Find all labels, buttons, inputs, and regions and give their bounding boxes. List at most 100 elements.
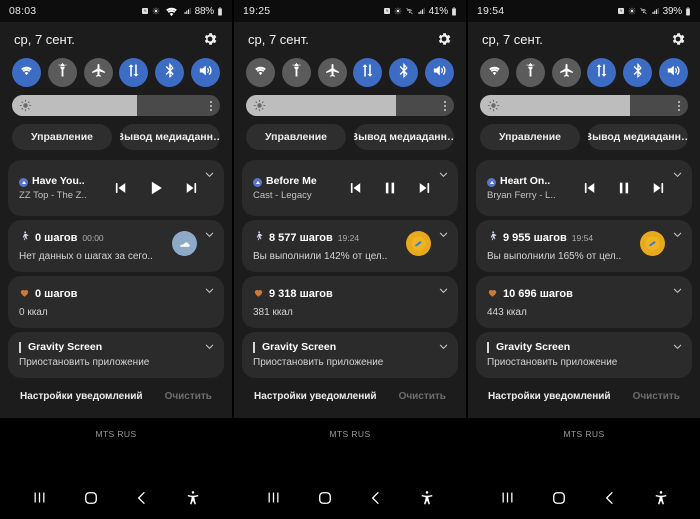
back-icon — [602, 490, 618, 511]
media-play-button[interactable] — [146, 178, 166, 198]
quick-toggle-bluetooth[interactable] — [155, 58, 185, 87]
media-player-notification[interactable]: Heart On.. Bryan Ferry - L.. — [476, 160, 692, 216]
nav-home-button[interactable] — [76, 485, 106, 515]
gravity-screen-notification[interactable]: Gravity Screen Приостановить приложение — [8, 332, 224, 378]
clear-all-button[interactable]: Очистить — [633, 391, 680, 402]
nav-back-button[interactable] — [361, 485, 391, 515]
nav-accessibility-button[interactable] — [178, 485, 208, 515]
chevron-down-icon[interactable] — [204, 229, 215, 240]
shade-action-pills: Управление Вывод медиаданн… — [234, 124, 466, 160]
media-output-button[interactable]: Вывод медиаданн… — [120, 124, 220, 150]
gear-icon[interactable] — [670, 31, 686, 47]
device-control-button[interactable]: Управление — [246, 124, 346, 150]
notification-settings-button[interactable]: Настройки уведомлений — [488, 391, 611, 402]
device-control-button[interactable]: Управление — [12, 124, 112, 150]
quick-toggle-flashlight[interactable] — [47, 58, 77, 87]
nav-home-button[interactable] — [310, 485, 340, 515]
nav-recents-button[interactable] — [25, 485, 55, 515]
gravity-screen-notification[interactable]: Gravity Screen Приостановить приложение — [476, 332, 692, 378]
notification-settings-button[interactable]: Настройки уведомлений — [254, 391, 377, 402]
step-timestamp: 00:00 — [82, 233, 104, 243]
chevron-down-icon[interactable] — [438, 229, 449, 240]
quick-toggle-sound[interactable] — [658, 58, 688, 87]
quick-toggle-mobile-data[interactable] — [119, 58, 149, 87]
media-output-button[interactable]: Вывод медиаданн… — [588, 124, 688, 150]
health-step-count: 0 шагов — [35, 288, 78, 300]
media-next-button[interactable] — [416, 179, 434, 197]
media-pause-button[interactable] — [615, 179, 633, 197]
chevron-down-icon[interactable] — [438, 285, 449, 296]
quick-toggle-mobile-data[interactable] — [587, 58, 617, 87]
nav-recents-button[interactable] — [493, 485, 523, 515]
brightness-sun-icon — [253, 99, 266, 112]
gravity-screen-notification[interactable]: Gravity Screen Приостановить приложение — [242, 332, 458, 378]
chevron-down-icon[interactable] — [672, 341, 683, 352]
media-next-button[interactable] — [183, 179, 201, 197]
health-steps-notification[interactable]: 9 318 шагов 381 ккал — [242, 276, 458, 328]
nav-recents-button[interactable] — [259, 485, 289, 515]
media-pause-button[interactable] — [381, 179, 399, 197]
status-bar: 19:54 39% — [468, 0, 700, 22]
quick-toggle-wifi[interactable] — [12, 58, 41, 87]
media-previous-button[interactable] — [580, 179, 598, 197]
chevron-down-icon[interactable] — [672, 169, 683, 180]
media-next-button[interactable] — [650, 179, 668, 197]
app-action-text: Приостановить приложение — [19, 357, 150, 368]
step-description: Нет данных о шагах за сего.. — [19, 251, 153, 262]
more-vertical-icon[interactable] — [210, 100, 212, 111]
clear-all-button[interactable]: Очистить — [399, 391, 446, 402]
quick-toggle-flashlight[interactable] — [515, 58, 545, 87]
chevron-down-icon[interactable] — [204, 341, 215, 352]
brightness-slider[interactable] — [12, 95, 220, 116]
quick-toggle-flashlight[interactable] — [281, 58, 311, 87]
back-icon — [368, 490, 384, 511]
quick-toggle-sound[interactable] — [190, 58, 220, 87]
media-title-row: Before Me — [253, 175, 327, 187]
quick-toggle-sound[interactable] — [424, 58, 454, 87]
status-time: 19:54 — [477, 5, 505, 17]
gear-icon[interactable] — [436, 31, 452, 47]
more-vertical-icon[interactable] — [678, 100, 680, 111]
battery-icon — [451, 6, 457, 16]
quick-toggle-bluetooth[interactable] — [389, 58, 419, 87]
brightness-slider[interactable] — [246, 95, 454, 116]
media-previous-button[interactable] — [111, 179, 129, 197]
quick-toggle-wifi[interactable] — [246, 58, 275, 87]
nav-accessibility-button[interactable] — [646, 485, 676, 515]
device-control-button[interactable]: Управление — [480, 124, 580, 150]
chevron-down-icon[interactable] — [672, 229, 683, 240]
quick-toggle-bluetooth[interactable] — [623, 58, 653, 87]
airplane-icon — [558, 62, 575, 84]
health-steps-notification[interactable]: 10 696 шагов 443 ккал — [476, 276, 692, 328]
notification-settings-button[interactable]: Настройки уведомлений — [20, 391, 143, 402]
step-counter-notification[interactable]: 8 577 шагов 19:24 Вы выполнили 142% от цел… — [242, 220, 458, 272]
more-vertical-icon[interactable] — [444, 100, 446, 111]
quick-toggle-mobile-data[interactable] — [353, 58, 383, 87]
chevron-down-icon[interactable] — [204, 285, 215, 296]
nav-back-button[interactable] — [127, 485, 157, 515]
health-steps-notification[interactable]: 0 шагов 0 ккал — [8, 276, 224, 328]
media-previous-button[interactable] — [346, 179, 364, 197]
brightness-slider[interactable] — [480, 95, 688, 116]
app-name: Gravity Screen — [28, 341, 103, 353]
media-player-notification[interactable]: Before Me Cast - Legacy — [242, 160, 458, 216]
step-counter-notification[interactable]: 9 955 шагов 19:54 Вы выполнили 165% от цел… — [476, 220, 692, 272]
quick-toggle-wifi[interactable] — [480, 58, 509, 87]
nav-back-button[interactable] — [595, 485, 625, 515]
chevron-down-icon[interactable] — [672, 285, 683, 296]
media-player-notification[interactable]: Have You.. ZZ Top - The Z.. — [8, 160, 224, 216]
chevron-down-icon[interactable] — [204, 169, 215, 180]
step-count: 9 955 шагов — [503, 232, 567, 244]
chevron-down-icon[interactable] — [438, 341, 449, 352]
nav-home-button[interactable] — [544, 485, 574, 515]
media-output-button[interactable]: Вывод медиаданн… — [354, 124, 454, 150]
quick-toggle-airplane-mode[interactable] — [551, 58, 581, 87]
gear-icon[interactable] — [202, 31, 218, 47]
step-counter-notification[interactable]: 0 шагов 00:00 Нет данных о шагах за сего.. — [8, 220, 224, 272]
chevron-down-icon[interactable] — [438, 169, 449, 180]
clear-all-button[interactable]: Очистить — [165, 391, 212, 402]
quick-toggle-airplane-mode[interactable] — [83, 58, 113, 87]
nav-accessibility-button[interactable] — [412, 485, 442, 515]
status-icons: 41% — [383, 6, 457, 17]
quick-toggle-airplane-mode[interactable] — [317, 58, 347, 87]
